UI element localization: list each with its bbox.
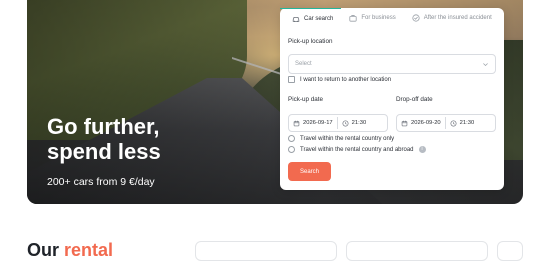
info-icon[interactable]: i: [418, 146, 426, 153]
tab-after-accident-label: After the insured accident: [423, 15, 492, 21]
dropoff-datetime-field[interactable]: 2026-09-20 21:30: [396, 114, 496, 132]
feature-card: [346, 241, 488, 261]
pickup-datetime-field[interactable]: 2026-09-17 21:30: [288, 114, 388, 132]
feature-card: [195, 241, 337, 261]
travel-abroad-label: Travel within the rental country and abr…: [300, 146, 414, 153]
tab-for-business-label: For business: [361, 15, 396, 21]
travel-option-abroad[interactable]: Travel within the rental country and abr…: [288, 146, 426, 153]
pickup-location-select[interactable]: Select: [288, 54, 496, 74]
pickup-time-value: 21:30: [351, 120, 367, 126]
return-other-location-label: I want to return to another location: [300, 76, 392, 83]
search-button[interactable]: Search: [288, 162, 331, 181]
travel-abroad-radio[interactable]: [288, 146, 295, 153]
return-other-location-row[interactable]: I want to return to another location: [288, 76, 391, 83]
return-other-location-checkbox[interactable]: [288, 76, 295, 83]
pickup-time-input[interactable]: 21:30: [338, 115, 371, 131]
clock-icon: [450, 120, 457, 127]
pickup-date-label: Pick-up date: [288, 96, 324, 103]
chevron-down-icon: [482, 61, 489, 68]
dropoff-date-label: Drop-off date: [396, 96, 433, 103]
tab-after-accident[interactable]: After the insured accident: [404, 8, 500, 28]
hero-title: Go further, spend less: [47, 114, 161, 164]
feature-card: [497, 241, 523, 261]
hero-subtitle: 200+ cars from 9 €/day: [47, 176, 155, 188]
briefcase-icon: [349, 14, 357, 22]
section-heading-part1: Our: [27, 240, 65, 260]
tab-car-search[interactable]: Car search: [280, 8, 342, 28]
clock-icon: [342, 120, 349, 127]
pickup-location-placeholder: Select: [295, 61, 312, 67]
dropoff-date-value: 2026-09-20: [411, 120, 441, 126]
calendar-icon: [401, 120, 408, 127]
tab-car-search-label: Car search: [304, 15, 334, 22]
calendar-icon: [293, 120, 300, 127]
check-circle-icon: [412, 14, 420, 22]
tab-for-business[interactable]: For business: [341, 8, 403, 28]
pickup-location-label: Pick-up location: [288, 38, 333, 45]
travel-domestic-radio[interactable]: [288, 135, 295, 142]
section-heading: Our rental: [27, 240, 113, 261]
pickup-date-value: 2026-09-17: [303, 120, 333, 126]
section-heading-accent: rental: [64, 240, 114, 260]
dropoff-date-input[interactable]: 2026-09-20: [397, 115, 445, 131]
travel-option-domestic[interactable]: Travel within the rental country only: [288, 135, 394, 142]
dropoff-time-input[interactable]: 21:30: [446, 115, 479, 131]
car-icon: [292, 15, 300, 23]
pickup-date-input[interactable]: 2026-09-17: [289, 115, 337, 131]
dropoff-time-value: 21:30: [459, 120, 475, 126]
travel-domestic-label: Travel within the rental country only: [300, 135, 395, 142]
booking-form: Car search For business After the insure…: [280, 8, 504, 190]
booking-tabs: Car search For business After the insure…: [280, 8, 504, 28]
